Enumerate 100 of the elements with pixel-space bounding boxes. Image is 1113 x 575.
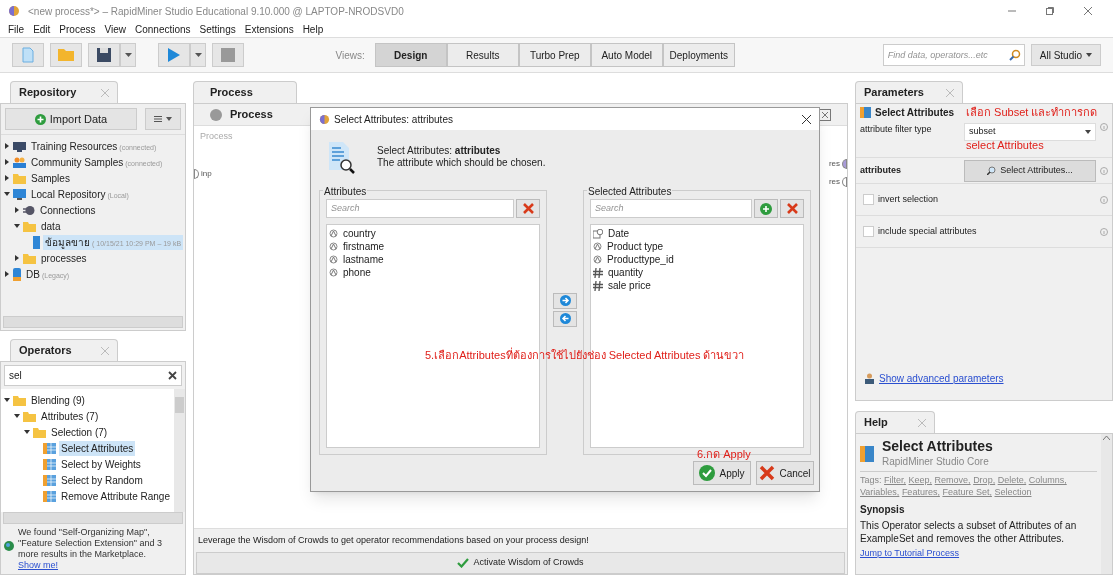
scroll-up-icon[interactable] [1103, 436, 1110, 440]
run-button[interactable] [158, 43, 190, 67]
move-right-button[interactable] [553, 292, 577, 309]
menu-item[interactable]: Process [59, 22, 96, 37]
tree-item[interactable]: Selection (7) [49, 424, 110, 440]
menu-dropdown-button[interactable] [145, 108, 181, 130]
caret-icon[interactable] [14, 255, 20, 261]
attribute-item[interactable]: phone [343, 265, 371, 280]
filter-type-dropdown[interactable]: subset [964, 123, 1096, 141]
menu-item[interactable]: File [8, 22, 25, 37]
menu-item[interactable]: Help [302, 22, 324, 37]
attribute-item[interactable]: country [343, 226, 376, 241]
horizontal-scrollbar[interactable] [3, 512, 183, 524]
repository-tab[interactable]: Repository [10, 81, 118, 103]
view-tab[interactable]: Design [374, 43, 447, 67]
attribute-item[interactable]: sale price [608, 278, 651, 293]
process-tab[interactable]: Process [193, 81, 297, 103]
menu-item[interactable]: Extensions [244, 22, 294, 37]
save-dropdown-button[interactable] [120, 43, 136, 67]
tree-item[interactable]: data [39, 218, 63, 234]
breadcrumb[interactable]: Process [230, 106, 273, 123]
advanced-parameters-link[interactable]: Show advanced parameters [879, 371, 1004, 386]
input-port[interactable]: inp [194, 168, 212, 180]
attribute-item[interactable]: Product type [607, 239, 664, 254]
caret-icon[interactable] [14, 413, 20, 420]
checkbox[interactable] [863, 194, 874, 205]
arrow-right-icon [559, 295, 571, 306]
maximize-icon[interactable] [1045, 6, 1055, 16]
help-tab[interactable]: Help [855, 411, 935, 433]
tree-item[interactable]: Connections [38, 202, 98, 218]
app-logo-icon [319, 113, 330, 125]
apply-button[interactable]: Apply [693, 461, 751, 485]
search-field[interactable]: Find data, operators...etc [882, 44, 1025, 66]
add-button[interactable] [754, 199, 778, 218]
view-tab[interactable]: Deployments [662, 43, 735, 67]
attribute-item[interactable]: quantity [608, 265, 644, 280]
menu-item[interactable]: Settings [199, 22, 236, 37]
caret-icon[interactable] [4, 191, 10, 197]
operators-tab[interactable]: Operators [10, 339, 118, 361]
caret-icon[interactable] [4, 143, 10, 149]
attribute-item[interactable]: Date [608, 226, 630, 241]
attribute-item[interactable]: Producttype_id [607, 252, 674, 267]
output-port[interactable]: res [828, 158, 847, 170]
view-tab[interactable]: Results [446, 43, 519, 67]
attribute-item[interactable]: firstname [343, 239, 385, 254]
caret-icon[interactable] [14, 207, 20, 213]
vertical-scrollbar[interactable] [174, 389, 185, 513]
caret-icon[interactable] [24, 429, 30, 436]
tree-item[interactable]: Samples [29, 170, 72, 186]
parameter-label: invert selection [878, 192, 940, 206]
tree-item[interactable]: Select Attributes [59, 440, 136, 456]
menu-item[interactable]: View [104, 22, 126, 37]
move-left-button[interactable] [553, 310, 577, 327]
view-tab[interactable]: Turbo Prep [518, 43, 591, 67]
select-attributes-button[interactable]: Select Attributes... [964, 159, 1096, 182]
output-port[interactable]: res [828, 176, 847, 188]
tree-item[interactable]: Blending (9) [29, 392, 87, 408]
run-dropdown-button[interactable] [190, 43, 206, 67]
parameters-tab[interactable]: Parameters [855, 81, 963, 103]
search-field[interactable]: Search [590, 199, 752, 218]
hash-icon [593, 280, 603, 291]
caret-icon[interactable] [4, 159, 10, 165]
hash-icon [593, 267, 603, 278]
scope-dropdown[interactable]: All Studio [1030, 44, 1101, 66]
close-icon[interactable] [802, 114, 811, 124]
cancel-button[interactable]: Cancel [756, 461, 814, 485]
tree-item[interactable]: Select by Random [59, 472, 145, 488]
menu-item[interactable]: Edit [33, 22, 51, 37]
operator-search-field[interactable]: sel [4, 365, 182, 387]
views-label: Views: [335, 48, 365, 63]
tree-item[interactable]: Select by Weights [59, 456, 143, 472]
operator-icon [860, 106, 871, 118]
caret-icon[interactable] [14, 223, 20, 229]
view-tab[interactable]: Auto Model [590, 43, 663, 67]
tree-item[interactable]: Remove Attribute Range [59, 488, 172, 504]
tree-item[interactable]: Attributes (7) [39, 408, 101, 424]
tree-item[interactable]: processes [39, 250, 89, 266]
caret-icon[interactable] [4, 397, 10, 404]
save-button[interactable] [88, 43, 120, 67]
clear-button[interactable] [516, 199, 540, 218]
checkbox[interactable] [863, 226, 874, 237]
horizontal-scrollbar[interactable] [3, 316, 183, 328]
search-field[interactable]: Search [326, 199, 514, 218]
clear-button[interactable] [780, 199, 804, 218]
clear-icon[interactable] [168, 371, 177, 380]
check-icon [699, 465, 716, 481]
tutorial-link[interactable]: Jump to Tutorial Process [860, 547, 1097, 561]
import-data-button[interactable]: Import Data [5, 108, 137, 130]
attribute-item[interactable]: lastname [343, 252, 384, 267]
synopsis-text: This Operator selects a subset of Attributes of an ExampleSet and removes the other Attributes. [860, 519, 1078, 545]
vertical-scrollbar[interactable] [1101, 434, 1112, 574]
caret-icon[interactable] [4, 271, 10, 277]
parameter-label: include special attributes [878, 224, 978, 238]
caret-icon[interactable] [4, 175, 10, 181]
info-icon [1100, 227, 1108, 236]
activate-wisdom-button[interactable]: Activate Wisdom of Crowds [196, 552, 845, 574]
menu-item[interactable]: Connections [135, 22, 191, 37]
stop-button[interactable] [212, 43, 244, 67]
show-me-link[interactable]: Show me! [18, 560, 59, 570]
plus-icon [760, 202, 772, 215]
